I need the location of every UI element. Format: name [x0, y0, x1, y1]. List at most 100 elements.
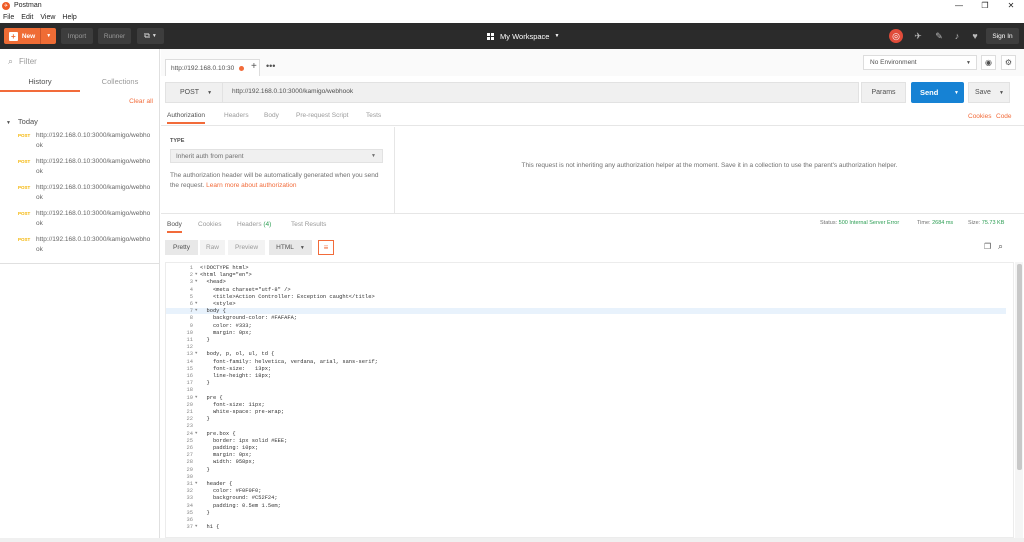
learn-more-auth-link[interactable]: Learn more about authorization: [206, 182, 296, 189]
tab-response-headers[interactable]: Headers (4): [237, 221, 271, 228]
environment-quick-look-eye-icon[interactable]: ◉: [981, 55, 996, 70]
method-select[interactable]: POST ▼: [165, 82, 223, 103]
clear-all-link[interactable]: Clear all: [129, 98, 153, 105]
code-text: background-color: #FAFAFA;: [200, 315, 298, 322]
fold-caret-icon[interactable]: ▼: [195, 279, 197, 285]
copy-icon[interactable]: ❐: [984, 242, 991, 251]
fold-caret-icon[interactable]: ▼: [195, 308, 197, 314]
fold-caret-icon[interactable]: ▼: [195, 272, 197, 278]
interceptor-satellite-icon[interactable]: ✈: [912, 30, 924, 42]
line-number: 36: [186, 517, 193, 523]
caret-down-icon: ▼: [966, 59, 971, 66]
tab-response-body[interactable]: Body: [167, 221, 182, 233]
wrap-lines-icon[interactable]: ≡: [318, 240, 334, 255]
new-button[interactable]: + New ▼: [4, 28, 56, 44]
tab-authorization[interactable]: Authorization: [167, 112, 205, 124]
window-controls: — ❐ ✕: [946, 0, 1024, 11]
fold-caret-icon[interactable]: ▼: [195, 301, 197, 307]
line-number: 12: [186, 344, 193, 351]
response-body-editor[interactable]: 1 <!DOCTYPE html> 2 ▼ <html lang="en"> 3 ▼ <he…: [165, 262, 1014, 538]
history-url: http://192.168.0.10:3000/kamigo/webhook: [36, 236, 151, 253]
menu-file[interactable]: File: [3, 14, 14, 21]
code-line: 6 ▼ <style>: [166, 301, 1006, 307]
preview-button[interactable]: Preview: [228, 240, 265, 255]
manage-environments-gear-icon[interactable]: ⚙: [1001, 55, 1016, 70]
runner-button[interactable]: Runner: [98, 28, 131, 44]
minimize-button[interactable]: —: [946, 0, 972, 11]
history-item[interactable]: POST http://192.168.0.10:3000/kamigo/web…: [18, 157, 158, 183]
fold-caret-icon[interactable]: ▼: [195, 351, 197, 357]
caret-down-icon: ▼: [207, 89, 213, 96]
tab-test-results[interactable]: Test Results: [291, 221, 326, 228]
line-number: 32: [186, 488, 193, 495]
tab-history[interactable]: History: [0, 74, 80, 92]
notifications-bell-icon[interactable]: ♪: [951, 30, 963, 42]
raw-button[interactable]: Raw: [200, 240, 225, 255]
request-tab[interactable]: http://192.168.0.10:30: [165, 59, 260, 76]
code-line: 18: [166, 387, 1006, 393]
line-number: 14: [186, 358, 193, 365]
environment-select[interactable]: No Environment ▼: [863, 55, 977, 70]
line-number: 4: [189, 286, 193, 293]
fold-caret-icon[interactable]: ▼: [195, 395, 197, 401]
history-item[interactable]: POST http://192.168.0.10:3000/kamigo/web…: [18, 209, 158, 235]
sidebar: ⌕ Filter History Collections Clear all ▼…: [0, 49, 160, 542]
add-tab-icon[interactable]: +: [251, 61, 261, 72]
menu-edit[interactable]: Edit: [21, 14, 33, 21]
fold-caret-icon[interactable]: ▼: [195, 481, 197, 487]
line-number: 3: [189, 279, 193, 286]
wrench-icon[interactable]: ✎: [933, 30, 945, 42]
heart-icon[interactable]: ♥: [969, 30, 981, 42]
pretty-button[interactable]: Pretty: [165, 240, 198, 255]
line-number: 21: [186, 409, 193, 415]
history-item[interactable]: POST http://192.168.0.10:3000/kamigo/web…: [18, 183, 158, 209]
save-button[interactable]: Save ▼: [968, 82, 1010, 103]
code-text: padding: 10px;: [200, 445, 259, 451]
menu-help[interactable]: Help: [62, 14, 76, 21]
sync-status-icon[interactable]: ◎: [889, 29, 903, 43]
close-window-button[interactable]: ✕: [998, 0, 1024, 11]
editor-scroll-thumb[interactable]: [1017, 264, 1022, 470]
code-line: 34 padding: 0.5em 1.5em;: [166, 503, 1006, 509]
status-label: Status:: [820, 220, 838, 226]
params-button[interactable]: Params: [861, 82, 906, 103]
code-line: 13 ▼ body, p, ol, ul, td {: [166, 351, 1006, 357]
new-window-button[interactable]: ⧉ ▼: [137, 28, 164, 44]
sign-in-button[interactable]: Sign In: [986, 28, 1019, 44]
code-line: 19 ▼ pre {: [166, 395, 1006, 401]
code-text: color: #333;: [200, 322, 252, 329]
fold-caret-icon[interactable]: ▼: [195, 524, 197, 530]
caret-down-icon[interactable]: ▼: [954, 90, 959, 96]
sidebar-filter[interactable]: ⌕ Filter: [0, 49, 160, 74]
tab-pre-request-script[interactable]: Pre-request Script: [296, 112, 348, 119]
history-group-today[interactable]: ▼ Today: [6, 117, 38, 126]
tab-collections[interactable]: Collections: [80, 74, 160, 92]
fold-caret-icon[interactable]: ▼: [195, 431, 197, 437]
maximize-button[interactable]: ❐: [972, 0, 998, 11]
workspace-switcher[interactable]: My Workspace ▼: [487, 28, 559, 44]
status-bar: [0, 538, 1024, 542]
more-tabs-icon[interactable]: •••: [266, 61, 275, 71]
tab-headers[interactable]: Headers: [224, 112, 249, 119]
tab-response-cookies[interactable]: Cookies: [198, 221, 221, 228]
caret-down-icon[interactable]: ▼: [999, 90, 1004, 96]
tab-tests[interactable]: Tests: [366, 112, 381, 119]
code-link[interactable]: Code: [996, 113, 1012, 120]
menu-view[interactable]: View: [40, 14, 55, 21]
history-item[interactable]: POST http://192.168.0.10:3000/kamigo/web…: [18, 235, 158, 261]
caret-down-icon[interactable]: ▼: [46, 33, 51, 39]
tab-body[interactable]: Body: [264, 112, 279, 119]
code-text: }: [200, 416, 210, 423]
send-button[interactable]: Send ▼: [911, 82, 964, 103]
auth-type-select[interactable]: Inherit auth from parent ▼: [170, 149, 383, 163]
import-button[interactable]: Import: [61, 28, 93, 44]
language-value: HTML: [276, 244, 294, 251]
sidebar-tabs: History Collections: [0, 74, 160, 92]
language-select[interactable]: HTML ▼: [269, 240, 312, 255]
cookies-link[interactable]: Cookies: [968, 113, 991, 120]
code-line: 35 }: [166, 510, 1006, 516]
history-item[interactable]: POST http://192.168.0.10:3000/kamigo/web…: [18, 131, 158, 157]
search-icon[interactable]: ⌕: [998, 241, 1003, 252]
code-line: 25 border: 1px solid #EEE;: [166, 438, 1006, 444]
auth-type-label: TYPE: [170, 138, 185, 144]
